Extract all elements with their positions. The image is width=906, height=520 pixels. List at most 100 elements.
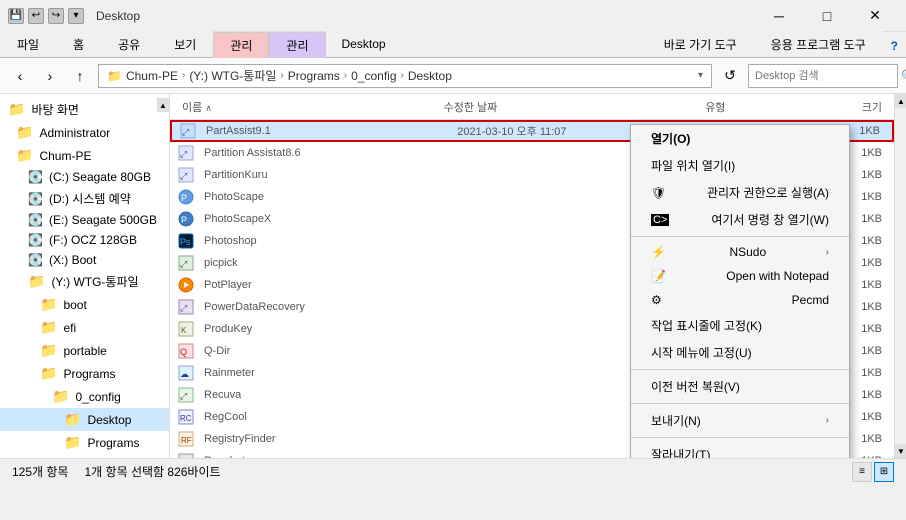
refresh-button[interactable]: ↺ bbox=[718, 64, 742, 88]
drive-icon: 💽 bbox=[28, 253, 43, 267]
sidebar-item-efi[interactable]: 📁 efi bbox=[0, 316, 169, 339]
search-icon[interactable]: 🔍 bbox=[901, 69, 906, 83]
up-button[interactable]: ↑ bbox=[68, 64, 92, 88]
folder-icon: 📁 bbox=[52, 388, 69, 405]
file-icon-qdir: Q bbox=[178, 343, 196, 359]
sidebar-item-drive-d[interactable]: 💽 (D:) 시스템 예약 bbox=[0, 187, 169, 210]
redo-icon[interactable]: ↪ bbox=[48, 8, 64, 24]
file-icon-9: ⤢ bbox=[178, 299, 196, 315]
ctx-pin-taskbar[interactable]: 작업 표시줄에 고정(K) bbox=[631, 312, 849, 339]
sidebar-item-label: Desktop bbox=[87, 413, 131, 427]
scroll-down-arrow[interactable]: ▼ bbox=[895, 444, 906, 458]
sidebar-item-desktop[interactable]: 📁 Desktop bbox=[0, 408, 169, 431]
ctx-notepad[interactable]: 📝 Open with Notepad bbox=[631, 264, 849, 288]
save-icon[interactable]: 💾 bbox=[8, 8, 24, 24]
path-wtg[interactable]: (Y:) WTG-통파일 bbox=[189, 67, 276, 84]
sidebar-item-label: 바탕 화면 bbox=[31, 101, 79, 118]
ctx-nsudo[interactable]: ⚡ NSudo › bbox=[631, 240, 849, 264]
file-name-photoshop: Photoshop bbox=[200, 235, 453, 247]
col-type-header[interactable]: 유형 bbox=[701, 99, 836, 115]
title-bar: 💾 ↩ ↪ ▾ Desktop ─ □ ✕ bbox=[0, 0, 906, 32]
file-icon-7: ⤢ bbox=[178, 255, 196, 271]
ctx-open[interactable]: 열기(O) bbox=[631, 125, 849, 152]
path-0config[interactable]: 0_config bbox=[351, 69, 396, 83]
sidebar-item-drive-c[interactable]: 💽 (C:) Seagate 80GB bbox=[0, 167, 169, 187]
ctx-pin-start[interactable]: 시작 메뉴에 고정(U) bbox=[631, 339, 849, 366]
maximize-button[interactable]: □ bbox=[804, 0, 850, 32]
sidebar-item-programs2[interactable]: 📁 Programs bbox=[0, 431, 169, 454]
sidebar-item-desktop-root[interactable]: 📁 바탕 화면 bbox=[0, 98, 157, 121]
file-name-recuva: Recuva bbox=[200, 389, 453, 401]
sidebar-item-0config[interactable]: 📁 0_config bbox=[0, 385, 169, 408]
tab-desktop: Desktop bbox=[326, 31, 647, 57]
ctx-restore-prev[interactable]: 이전 버전 복원(V) bbox=[631, 373, 849, 400]
ctx-sep2 bbox=[631, 369, 849, 370]
sidebar-item-administrator[interactable]: 📁 Administrator bbox=[0, 121, 169, 144]
file-icon-4: P bbox=[178, 189, 196, 205]
ctx-sep3 bbox=[631, 403, 849, 404]
help-button[interactable]: ? bbox=[883, 35, 906, 57]
view-detail-button[interactable]: ⊞ bbox=[874, 462, 894, 482]
sidebar-item-label: (C:) Seagate 80GB bbox=[49, 170, 151, 184]
folder-icon: 📁 bbox=[40, 296, 57, 313]
status-selected: 1개 항목 선택함 826바이트 bbox=[84, 463, 220, 480]
path-sep3: › bbox=[344, 70, 347, 81]
sidebar-item-label: (X:) Boot bbox=[49, 253, 96, 267]
undo-icon[interactable]: ↩ bbox=[28, 8, 44, 24]
ctx-sendto[interactable]: 보내기(N) › bbox=[631, 407, 849, 434]
ctx-open-location[interactable]: 파일 위치 열기(I) bbox=[631, 152, 849, 179]
ctx-pin-taskbar-label: 작업 표시줄에 고정(K) bbox=[651, 317, 762, 334]
close-button[interactable]: ✕ bbox=[852, 0, 898, 32]
sidebar-item-programs[interactable]: 📁 Programs bbox=[0, 362, 169, 385]
path-chum[interactable]: Chum-PE bbox=[126, 69, 178, 83]
folder-icon: 📁 bbox=[16, 124, 33, 141]
path-desktop[interactable]: Desktop bbox=[408, 69, 452, 83]
col-date-header[interactable]: 수정한 날짜 bbox=[440, 99, 702, 115]
context-menu: 열기(O) 파일 위치 열기(I) 🛡 관리자 권한으로 실행(A) C> 여기… bbox=[630, 124, 850, 458]
ctx-open-location-label: 파일 위치 열기(I) bbox=[651, 157, 735, 174]
path-programs[interactable]: Programs bbox=[288, 69, 340, 83]
tab-manage2[interactable]: 관리 bbox=[269, 32, 325, 58]
path-dropdown-icon[interactable]: ▾ bbox=[698, 70, 703, 81]
sidebar-item-drive-y[interactable]: 📁 (Y:) WTG-통파일 bbox=[0, 270, 169, 293]
ctx-cmd-here[interactable]: C> 여기서 명령 창 열기(W) bbox=[631, 206, 849, 233]
scroll-up-arrow[interactable]: ▲ bbox=[895, 94, 906, 108]
tab-home[interactable]: 홈 bbox=[56, 31, 101, 57]
search-input[interactable] bbox=[755, 70, 897, 82]
tab-view[interactable]: 보기 bbox=[157, 31, 213, 57]
tab-manage1[interactable]: 관리 bbox=[213, 32, 269, 58]
sidebar-item-drive-e[interactable]: 💽 (E:) Seagate 500GB bbox=[0, 210, 169, 230]
sidebar-item-drive-f[interactable]: 💽 (F:) OCZ 128GB bbox=[0, 230, 169, 250]
search-box[interactable]: 🔍 bbox=[748, 64, 898, 88]
tab-shortcut[interactable]: 바로 가기 도구 bbox=[647, 31, 754, 57]
sidebar-item-portable[interactable]: 📁 portable bbox=[0, 339, 169, 362]
view-list-button[interactable]: ≡ bbox=[852, 462, 872, 482]
address-path[interactable]: 📁 Chum-PE › (Y:) WTG-통파일 › Programs › 0_… bbox=[98, 64, 712, 88]
file-name-4: PhotoScape bbox=[200, 191, 453, 203]
folder-icon: 📁 bbox=[64, 411, 81, 428]
file-icon-5: P bbox=[178, 211, 196, 227]
ctx-cut[interactable]: 잘라내기(T) bbox=[631, 441, 849, 458]
tab-share[interactable]: 공유 bbox=[101, 31, 157, 57]
svg-text:⤢: ⤢ bbox=[179, 149, 187, 159]
address-bar: ‹ › ↑ 📁 Chum-PE › (Y:) WTG-통파일 › Program… bbox=[0, 58, 906, 94]
file-name-qdir: Q-Dir bbox=[200, 345, 453, 357]
col-name-header[interactable]: 이름 ∧ bbox=[178, 99, 440, 115]
ctx-pecmd[interactable]: ⚙ Pecmd bbox=[631, 288, 849, 312]
tab-file[interactable]: 파일 bbox=[0, 31, 56, 57]
ctx-run-admin[interactable]: 🛡 관리자 권한으로 실행(A) bbox=[631, 179, 849, 206]
tab-app[interactable]: 응용 프로그램 도구 bbox=[754, 31, 883, 57]
folder-icon: 📁 bbox=[40, 342, 57, 359]
minimize-button[interactable]: ─ bbox=[756, 0, 802, 32]
col-size-header[interactable]: 크기 bbox=[836, 99, 886, 115]
path-sep2: › bbox=[280, 70, 283, 81]
sidebar-item-chum-pe[interactable]: 📁 Chum-PE bbox=[0, 144, 169, 167]
sidebar: ▲ 📁 바탕 화면 📁 Administrator 📁 Chum-PE 💽 (C… bbox=[0, 94, 170, 458]
sidebar-scroll-up[interactable]: ▲ bbox=[157, 98, 169, 112]
sidebar-item-boot[interactable]: 📁 boot bbox=[0, 293, 169, 316]
sidebar-item-drive-x[interactable]: 💽 (X:) Boot bbox=[0, 250, 169, 270]
forward-button[interactable]: › bbox=[38, 64, 62, 88]
more-icon[interactable]: ▾ bbox=[68, 8, 84, 24]
back-button[interactable]: ‹ bbox=[8, 64, 32, 88]
drive-icon: 💽 bbox=[28, 170, 43, 184]
